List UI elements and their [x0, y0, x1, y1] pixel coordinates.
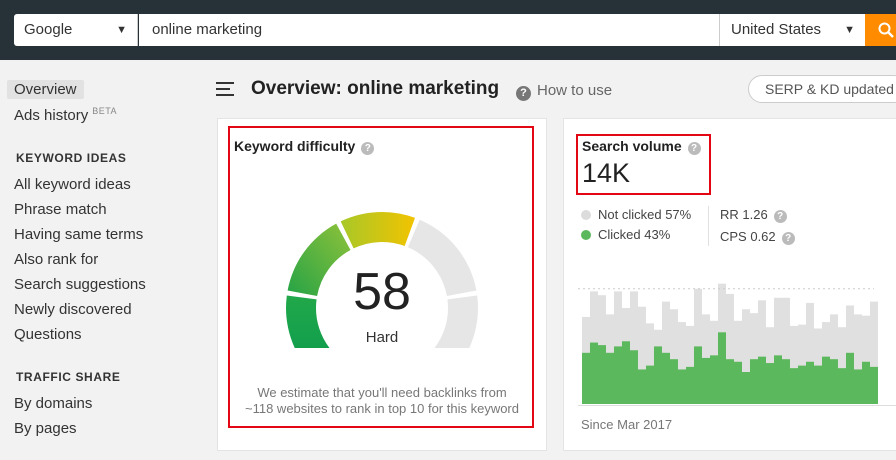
how-to-use-link[interactable]: ? How to use	[516, 82, 612, 101]
bar-clicked[interactable]	[822, 356, 830, 404]
keyword-ideas-heading: KEYWORD IDEAS	[16, 151, 127, 165]
bar-clicked[interactable]	[622, 341, 630, 404]
sidebar-item-by-pages[interactable]: By pages	[14, 420, 77, 437]
bar-clicked[interactable]	[686, 366, 694, 404]
bar-clicked[interactable]	[670, 359, 678, 404]
bar-clicked[interactable]	[662, 352, 670, 404]
bar-clicked[interactable]	[718, 332, 726, 404]
sidebar-item-phrase-match[interactable]: Phrase match	[14, 201, 107, 218]
bar-clicked[interactable]	[678, 369, 686, 404]
sidebar-item-label: Ads history	[14, 107, 89, 124]
search-icon	[878, 22, 894, 38]
bar-clicked[interactable]	[750, 359, 758, 404]
search-volume-chart	[578, 283, 878, 404]
sidebar-item-search-suggestions[interactable]: Search suggestions	[14, 276, 146, 293]
bar-clicked[interactable]	[774, 355, 782, 404]
bar-clicked[interactable]	[870, 366, 878, 404]
serp-kd-updated-button[interactable]: SERP & KD updated	[748, 75, 896, 103]
bar-clicked[interactable]	[598, 345, 606, 404]
help-icon[interactable]: ?	[781, 232, 795, 245]
legend-dot-green	[581, 230, 591, 240]
bar-clicked[interactable]	[790, 368, 798, 404]
bar-clicked[interactable]	[702, 357, 710, 404]
sidebar-item-questions[interactable]: Questions	[14, 326, 82, 343]
keyword-input[interactable]: online marketing	[139, 14, 719, 46]
chart-baseline	[578, 405, 896, 406]
chevron-down-icon: ▼	[116, 24, 127, 36]
clicked-label: Clicked 43%	[598, 227, 671, 242]
country-label: United States	[731, 21, 822, 38]
search-engine-select[interactable]: Google ▼	[14, 14, 138, 46]
since-date-label: Since Mar 2017	[581, 417, 673, 432]
sidebar-item-newly-discovered[interactable]: Newly discovered	[14, 301, 132, 318]
beta-badge: BETA	[92, 106, 118, 116]
highlight-box-volume	[576, 134, 711, 195]
legend-dot-grey	[581, 210, 591, 220]
bar-clicked[interactable]	[758, 356, 766, 404]
search-button[interactable]	[865, 14, 896, 46]
bar-clicked[interactable]	[814, 365, 822, 404]
hamburger-menu-icon[interactable]	[216, 82, 234, 96]
bar-clicked[interactable]	[614, 346, 622, 404]
sidebar: Overview Ads history BETA KEYWORD IDEAS A…	[0, 60, 200, 460]
bar-clicked[interactable]	[838, 368, 846, 404]
country-select[interactable]: United States ▼	[719, 14, 865, 46]
bar-clicked[interactable]	[806, 361, 814, 404]
traffic-share-heading: TRAFFIC SHARE	[16, 370, 121, 384]
rr-metric: RR 1.26?	[720, 207, 787, 223]
question-icon: ?	[516, 86, 531, 101]
sidebar-item-having-same-terms[interactable]: Having same terms	[14, 226, 143, 243]
sidebar-item-all-keyword-ideas[interactable]: All keyword ideas	[14, 176, 131, 193]
bar-clicked[interactable]	[726, 359, 734, 404]
bar-clicked[interactable]	[862, 361, 870, 404]
cps-metric: CPS 0.62?	[720, 229, 795, 245]
bar-clicked[interactable]	[854, 369, 862, 404]
bar-clicked[interactable]	[694, 346, 702, 404]
chevron-down-icon: ▼	[844, 24, 855, 36]
highlight-box-difficulty	[228, 126, 534, 428]
bar-clicked[interactable]	[830, 359, 838, 404]
bar-clicked[interactable]	[646, 365, 654, 404]
bar-clicked[interactable]	[630, 350, 638, 404]
legend-not-clicked: Not clicked 57%	[581, 207, 691, 222]
sidebar-item-ads-history[interactable]: Ads history BETA	[14, 106, 117, 124]
bar-clicked[interactable]	[606, 352, 614, 404]
metrics-divider	[708, 206, 709, 246]
bar-clicked[interactable]	[710, 355, 718, 404]
search-engine-label: Google	[24, 21, 73, 38]
bar-clicked[interactable]	[798, 365, 806, 404]
bar-clicked[interactable]	[782, 359, 790, 404]
page-title: Overview: online marketing	[251, 78, 500, 99]
bar-clicked[interactable]	[766, 363, 774, 404]
legend-clicked: Clicked 43%	[581, 227, 670, 242]
sidebar-item-by-domains[interactable]: By domains	[14, 395, 92, 412]
cps-label: CPS 0.62	[720, 229, 776, 244]
sidebar-item-also-rank-for[interactable]: Also rank for	[14, 251, 98, 268]
sidebar-item-overview[interactable]: Overview	[7, 80, 84, 99]
how-to-use-label: How to use	[537, 82, 613, 99]
bar-clicked[interactable]	[654, 346, 662, 404]
not-clicked-label: Not clicked 57%	[598, 207, 692, 222]
bar-clicked[interactable]	[846, 352, 854, 404]
bar-clicked[interactable]	[742, 372, 750, 404]
help-icon[interactable]: ?	[773, 210, 787, 223]
bar-clicked[interactable]	[582, 352, 590, 404]
bar-clicked[interactable]	[638, 369, 646, 404]
bar-clicked[interactable]	[734, 361, 742, 404]
rr-label: RR 1.26	[720, 207, 768, 222]
bar-clicked[interactable]	[590, 342, 598, 404]
